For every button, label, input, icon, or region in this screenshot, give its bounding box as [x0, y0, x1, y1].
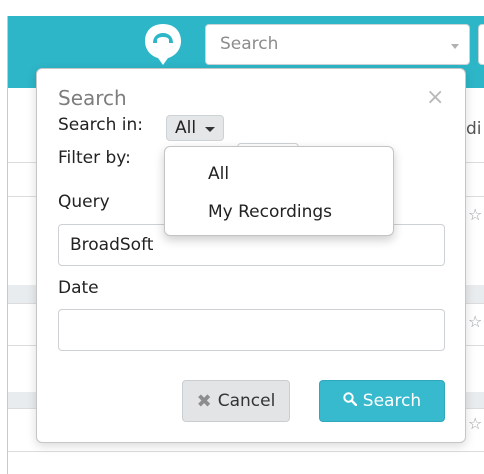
chevron-down-icon[interactable]	[451, 44, 459, 49]
star-outline-icon[interactable]: ☆	[468, 205, 482, 224]
speech-bubble-phone-icon[interactable]	[143, 22, 183, 66]
cancel-button[interactable]: ✖ Cancel	[182, 380, 290, 422]
star-outline-icon[interactable]: ☆	[468, 414, 482, 433]
cancel-button-label: Cancel	[217, 391, 276, 411]
search-button-label: Search	[362, 391, 422, 411]
search-placeholder: Search	[220, 34, 279, 54]
caret-down-icon	[205, 127, 215, 132]
search-dialog: Search × Search in: All Filter by: Query…	[36, 68, 466, 443]
dialog-title: Search	[58, 86, 127, 110]
header-right-control[interactable]	[478, 24, 484, 65]
date-input[interactable]	[58, 309, 445, 351]
menu-item-all[interactable]: All	[208, 164, 229, 184]
filter-by-label: Filter by:	[58, 148, 131, 168]
search-icon	[343, 391, 357, 411]
search-scope-dropdown[interactable]: All	[166, 115, 224, 141]
date-label: Date	[58, 278, 99, 298]
row-divider	[8, 451, 484, 452]
query-label: Query	[58, 192, 110, 212]
close-icon[interactable]: ×	[426, 87, 444, 109]
column-header-partial: di	[466, 119, 482, 139]
close-icon: ✖	[196, 390, 212, 412]
menu-item-my-recordings[interactable]: My Recordings	[208, 202, 332, 222]
search-scope-menu: All My Recordings	[164, 146, 394, 236]
query-value: BroadSoft	[70, 235, 154, 255]
search-button[interactable]: Search	[319, 380, 445, 422]
search-in-label: Search in:	[58, 115, 144, 135]
search-scope-value: All	[175, 118, 197, 138]
global-search-input[interactable]: Search	[205, 24, 470, 65]
star-outline-icon[interactable]: ☆	[468, 312, 482, 331]
